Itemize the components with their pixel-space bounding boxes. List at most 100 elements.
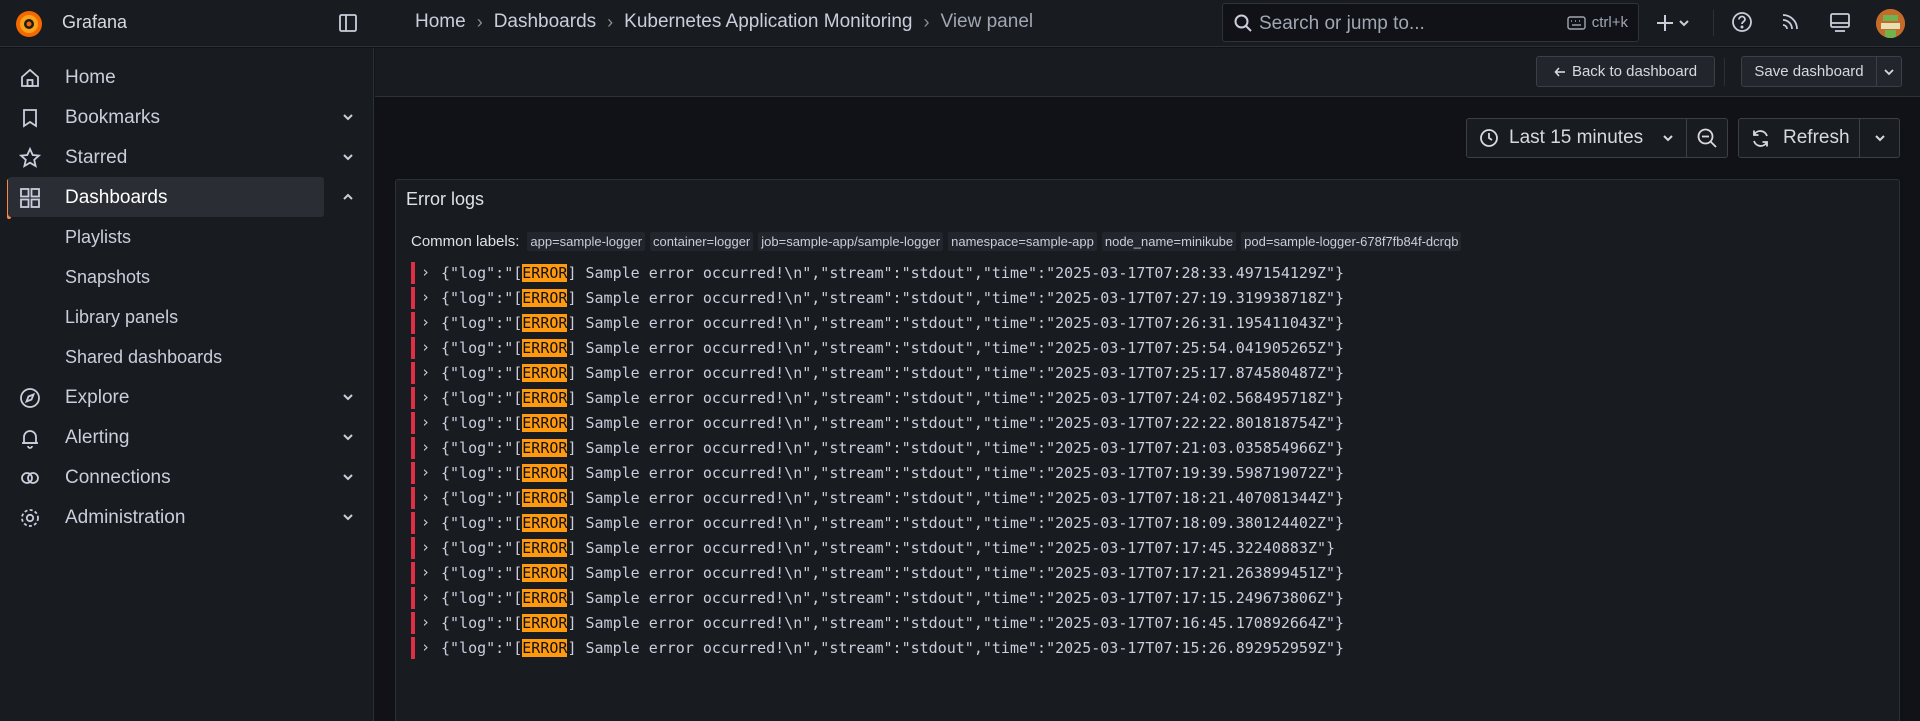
sidebar-subitem-snapshots[interactable]: Snapshots xyxy=(65,267,150,288)
search-highlight: ERROR xyxy=(522,339,568,357)
expand-chevron-icon[interactable]: › xyxy=(421,363,430,381)
chevron-down-icon[interactable] xyxy=(341,510,355,524)
log-row[interactable]: › {"log":"[ERROR] Sample error occurred!\… xyxy=(411,361,1411,386)
log-level-indicator xyxy=(411,537,415,559)
log-line: {"log":"[ERROR] Sample error occurred!\n… xyxy=(441,389,1345,407)
expand-chevron-icon[interactable]: › xyxy=(421,513,430,531)
refresh-interval-button[interactable] xyxy=(1859,118,1900,158)
sidebar-item-alerting[interactable]: Alerting xyxy=(0,417,374,457)
log-level-indicator xyxy=(411,487,415,509)
chevron-down-icon[interactable] xyxy=(341,390,355,404)
link-icon xyxy=(19,467,41,489)
log-line: {"log":"[ERROR] Sample error occurred!\n… xyxy=(441,289,1345,307)
log-row[interactable]: › {"log":"[ERROR] Sample error occurred!\… xyxy=(411,511,1411,536)
log-row[interactable]: › {"log":"[ERROR] Sample error occurred!\… xyxy=(411,336,1411,361)
sidebar-item-connections[interactable]: Connections xyxy=(0,457,374,497)
expand-chevron-icon[interactable]: › xyxy=(421,588,430,606)
chevron-up-icon[interactable] xyxy=(341,190,355,204)
log-level-indicator xyxy=(411,387,415,409)
log-row[interactable]: › {"log":"[ERROR] Sample error occurred!\… xyxy=(411,561,1411,586)
time-range-picker[interactable]: Last 15 minutes xyxy=(1466,118,1687,158)
breadcrumb-dashboard[interactable]: Kubernetes Application Monitoring xyxy=(624,11,912,33)
refresh-button[interactable]: Refresh xyxy=(1738,118,1860,158)
back-to-dashboard-button[interactable]: Back to dashboard xyxy=(1536,56,1715,87)
sidebar-item-explore[interactable]: Explore xyxy=(0,377,374,417)
log-row[interactable]: › {"log":"[ERROR] Sample error occurred!\… xyxy=(411,611,1411,636)
save-dashboard-button[interactable]: Save dashboard xyxy=(1741,56,1877,87)
apps-icon xyxy=(19,187,41,209)
chevron-down-icon[interactable] xyxy=(341,150,355,164)
sidebar-item-dashboards[interactable]: Dashboards xyxy=(8,177,353,217)
expand-chevron-icon[interactable]: › xyxy=(421,288,430,306)
log-level-indicator xyxy=(411,362,415,384)
save-options-button[interactable] xyxy=(1876,56,1902,87)
log-row[interactable]: › {"log":"[ERROR] Sample error occurred!\… xyxy=(411,386,1411,411)
expand-chevron-icon[interactable]: › xyxy=(421,438,430,456)
user-avatar[interactable] xyxy=(1876,9,1905,38)
log-row[interactable]: › {"log":"[ERROR] Sample error occurred!\… xyxy=(411,411,1411,436)
save-label: Save dashboard xyxy=(1754,63,1864,80)
chevron-down-icon[interactable] xyxy=(341,430,355,444)
expand-chevron-icon[interactable]: › xyxy=(421,538,430,556)
sidebar-subitem-library-panels[interactable]: Library panels xyxy=(65,307,178,328)
breadcrumb-current: View panel xyxy=(940,11,1034,32)
log-row[interactable]: › {"log":"[ERROR] Sample error occurred!\… xyxy=(411,486,1411,511)
log-line: {"log":"[ERROR] Sample error occurred!\n… xyxy=(441,364,1345,382)
sidebar-item-starred[interactable]: Starred xyxy=(0,137,374,177)
search-highlight: ERROR xyxy=(522,489,568,507)
sidebar-item-home[interactable]: Home xyxy=(0,57,374,97)
expand-chevron-icon[interactable]: › xyxy=(421,613,430,631)
log-row[interactable]: › {"log":"[ERROR] Sample error occurred!\… xyxy=(411,586,1411,611)
expand-chevron-icon[interactable]: › xyxy=(421,463,430,481)
expand-chevron-icon[interactable]: › xyxy=(421,263,430,281)
log-row[interactable]: › {"log":"[ERROR] Sample error occurred!\… xyxy=(411,536,1411,561)
chevron-down-icon[interactable] xyxy=(341,110,355,124)
log-level-indicator xyxy=(411,512,415,534)
log-row[interactable]: › {"log":"[ERROR] Sample error occurred!\… xyxy=(411,461,1411,486)
log-row[interactable]: › {"log":"[ERROR] Sample error occurred!\… xyxy=(411,286,1411,311)
kiosk-mode-icon[interactable] xyxy=(1829,11,1851,33)
arrow-left-icon xyxy=(1554,66,1566,78)
expand-chevron-icon[interactable]: › xyxy=(421,338,430,356)
label-chip: app=sample-logger xyxy=(527,232,646,251)
logs-panel: Error logs Common labels: app=sample-log… xyxy=(395,179,1900,721)
search-icon xyxy=(1233,13,1253,33)
sidebar-item-label: Alerting xyxy=(65,427,130,448)
breadcrumb-home[interactable]: Home xyxy=(415,11,466,33)
log-row[interactable]: › {"log":"[ERROR] Sample error occurred!\… xyxy=(411,636,1411,661)
breadcrumb-dashboards[interactable]: Dashboards xyxy=(494,11,596,33)
expand-chevron-icon[interactable]: › xyxy=(421,488,430,506)
top-bar: Grafana Home › Dashboards › Kubernetes A… xyxy=(0,0,1920,47)
rss-icon[interactable] xyxy=(1779,11,1801,33)
log-line: {"log":"[ERROR] Sample error occurred!\n… xyxy=(441,589,1345,607)
log-level-indicator xyxy=(411,287,415,309)
log-row[interactable]: › {"log":"[ERROR] Sample error occurred!\… xyxy=(411,261,1411,286)
sidebar-item-bookmarks[interactable]: Bookmarks xyxy=(0,97,374,137)
log-row[interactable]: › {"log":"[ERROR] Sample error occurred!\… xyxy=(411,311,1411,336)
search-input[interactable]: Search or jump to... ctrl+k xyxy=(1222,3,1639,42)
log-row[interactable]: › {"log":"[ERROR] Sample error occurred!\… xyxy=(411,436,1411,461)
zoom-out-button[interactable] xyxy=(1686,118,1728,158)
chevron-down-icon[interactable] xyxy=(341,470,355,484)
expand-chevron-icon[interactable]: › xyxy=(421,313,430,331)
breadcrumb-separator-icon: › xyxy=(923,11,930,32)
home-icon xyxy=(19,67,41,89)
dock-menu-icon[interactable] xyxy=(337,12,359,34)
sidebar-subitem-playlists[interactable]: Playlists xyxy=(65,227,131,248)
keyboard-icon xyxy=(1567,15,1586,30)
label-chip: namespace=sample-app xyxy=(948,232,1097,251)
sidebar-item-label: Bookmarks xyxy=(65,107,161,128)
expand-chevron-icon[interactable]: › xyxy=(421,413,430,431)
bookmark-icon xyxy=(19,107,41,129)
expand-chevron-icon[interactable]: › xyxy=(421,388,430,406)
help-icon[interactable] xyxy=(1731,11,1753,33)
expand-chevron-icon[interactable]: › xyxy=(421,638,430,656)
log-line: {"log":"[ERROR] Sample error occurred!\n… xyxy=(441,264,1345,282)
label-chip: node_name=minikube xyxy=(1101,232,1237,251)
sidebar-subitem-shared-dashboards[interactable]: Shared dashboards xyxy=(65,347,222,368)
grafana-logo-icon[interactable] xyxy=(14,9,44,39)
label-chip: job=sample-app/sample-logger xyxy=(758,232,944,251)
expand-chevron-icon[interactable]: › xyxy=(421,563,430,581)
new-button[interactable] xyxy=(1656,11,1692,35)
sidebar-item-administration[interactable]: Administration xyxy=(0,497,374,537)
